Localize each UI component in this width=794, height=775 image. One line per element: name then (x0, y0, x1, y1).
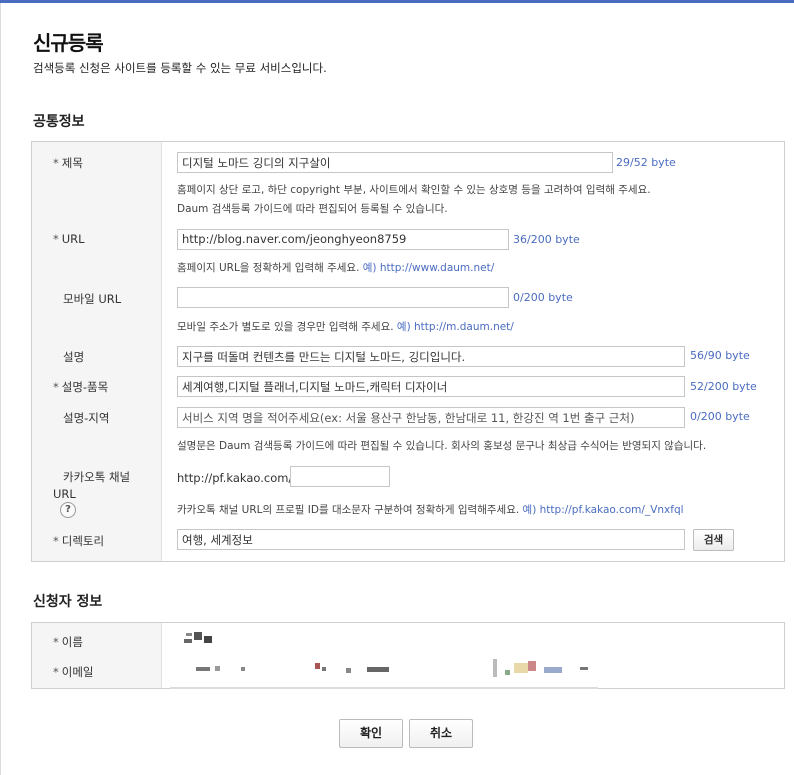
cancel-button[interactable]: 취소 (409, 719, 473, 748)
left-border (0, 3, 1, 775)
directory-input[interactable]: 여행, 세계정보 (177, 529, 685, 550)
name-label: * 이름 (53, 635, 83, 649)
kakao-label-line2: URL (53, 487, 76, 501)
url-help: 홈페이지 URL을 정확하게 입력해 주세요. 예) http://www.da… (177, 262, 495, 274)
desc-region-input[interactable]: 서비스 지역 명을 적어주세요(ex: 서울 용산구 한남동, 한남대로 11,… (177, 407, 685, 428)
desc-region-byte-count: 0/200 byte (690, 410, 750, 423)
desc-region-label: 설명-지역 (63, 411, 110, 425)
mobile-url-input[interactable] (177, 287, 509, 308)
confirm-button[interactable]: 확인 (339, 719, 403, 748)
title-label: * 제목 (53, 156, 83, 170)
top-accent-bar (0, 0, 794, 3)
desc-item-label: * 설명-품목 (53, 380, 109, 394)
url-input[interactable]: http://blog.naver.com/jeonghyeon8759 (177, 229, 509, 250)
page-subtitle: 검색등록 신청은 사이트를 등록할 수 있는 무료 서비스입니다. (33, 61, 327, 75)
title-input[interactable]: 디지털 노마드 깅디의 지구살이 (177, 152, 613, 173)
title-byte-count: 29/52 byte (616, 156, 676, 169)
email-label: * 이메일 (53, 665, 94, 679)
label-column (32, 142, 162, 561)
mobile-url-label: 모바일 URL (63, 292, 122, 306)
kakao-help: 카카오톡 채널 URL의 프로필 ID를 대소문자 구분하여 정확하게 입력해주… (177, 504, 684, 516)
common-section-title: 공통정보 (33, 114, 85, 130)
help-question-icon[interactable]: ? (60, 502, 76, 518)
applicant-label-column (32, 623, 162, 688)
desc-item-input[interactable]: 세계여행,디지털 플래너,디지털 노마드,캐릭터 디자이너 (177, 376, 685, 397)
directory-search-button[interactable]: 검색 (693, 529, 734, 551)
page-title: 신규등록 (33, 31, 104, 55)
applicant-section-title: 신청자 정보 (33, 594, 103, 610)
url-byte-count: 36/200 byte (513, 233, 580, 246)
desc-label: 설명 (63, 350, 85, 364)
desc-input[interactable]: 지구를 떠돌며 컨텐츠를 만드는 디지털 노마드, 깅디입니다. (177, 346, 685, 367)
mobile-url-byte-count: 0/200 byte (513, 291, 573, 304)
directory-label: * 디렉토리 (53, 534, 105, 548)
mobile-url-help: 모바일 주소가 별도로 있을 경우만 입력해 주세요. 예) http://m.… (177, 321, 514, 333)
common-info-form: * 제목 디지털 노마드 깅디의 지구살이 29/52 byte 홈페이지 상단 … (31, 141, 785, 562)
redaction-rule (170, 687, 598, 689)
desc-region-help: 설명문은 Daum 검색등록 가이드에 따라 편집될 수 있습니다. 회사의 홍… (177, 440, 707, 452)
desc-byte-count: 56/90 byte (690, 349, 750, 362)
title-help-1: 홈페이지 상단 로고, 하단 copyright 부분, 사이트에서 확인할 수… (177, 184, 651, 196)
url-label: * URL (53, 232, 85, 246)
kakao-label-line1: 카카오톡 채널 (63, 470, 131, 484)
kakao-id-input[interactable] (290, 466, 390, 487)
title-help-2: Daum 검색등록 가이드에 따라 편집되어 등록될 수 있습니다. (177, 203, 448, 215)
kakao-url-prefix: http://pf.kakao.com/ (177, 471, 293, 485)
desc-item-byte-count: 52/200 byte (690, 380, 757, 393)
applicant-info-form: * 이름 * 이메일 (31, 622, 785, 689)
